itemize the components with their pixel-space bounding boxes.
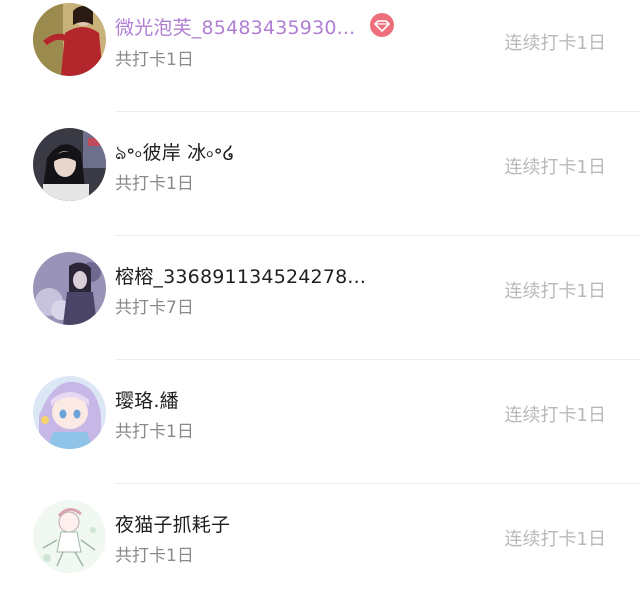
avatar[interactable] [33,500,106,573]
total-checkin-text: 共打卡1日 [115,422,194,442]
list-item[interactable]: 璎珞.繙 共打卡1日 连续打卡1日 [0,360,640,484]
streak-text: 连续打卡1日 [504,281,606,302]
streak-text: 连续打卡1日 [504,529,606,550]
total-checkin-text: 共打卡1日 [115,546,194,566]
user-name: 璎珞.繙 [115,390,179,412]
list-item[interactable]: 微光泡芙_85483435930... 共打卡1日 连续打卡1日 [0,0,640,112]
streak-text: 连续打卡1日 [504,405,606,426]
user-name: 榕榕_336891134524278... [115,266,367,288]
list-item[interactable]: 夜猫子抓耗子 共打卡1日 连续打卡1日 [0,484,640,608]
user-name: 微光泡芙_85483435930... [115,17,356,39]
diamond-icon [370,13,394,37]
list-item[interactable]: ঌ॰৹彼岸 冰৹॰໒ 共打卡1日 连续打卡1日 [0,112,640,236]
total-checkin-text: 共打卡1日 [115,50,194,70]
total-checkin-text: 共打卡1日 [115,174,194,194]
total-checkin-text: 共打卡7日 [115,298,194,318]
checkin-ranking-list: 微光泡芙_85483435930... 共打卡1日 连续打卡1日 ঌ॰৹彼岸 冰… [0,0,640,608]
user-name: ঌ॰৹彼岸 冰৹॰໒ [115,142,235,164]
avatar[interactable] [33,128,106,201]
avatar[interactable] [33,3,106,76]
list-item[interactable]: 榕榕_336891134524278... 共打卡7日 连续打卡1日 [0,236,640,360]
avatar[interactable] [33,252,106,325]
user-name: 夜猫子抓耗子 [115,514,231,536]
streak-text: 连续打卡1日 [504,33,606,54]
avatar[interactable] [33,376,106,449]
streak-text: 连续打卡1日 [504,157,606,178]
